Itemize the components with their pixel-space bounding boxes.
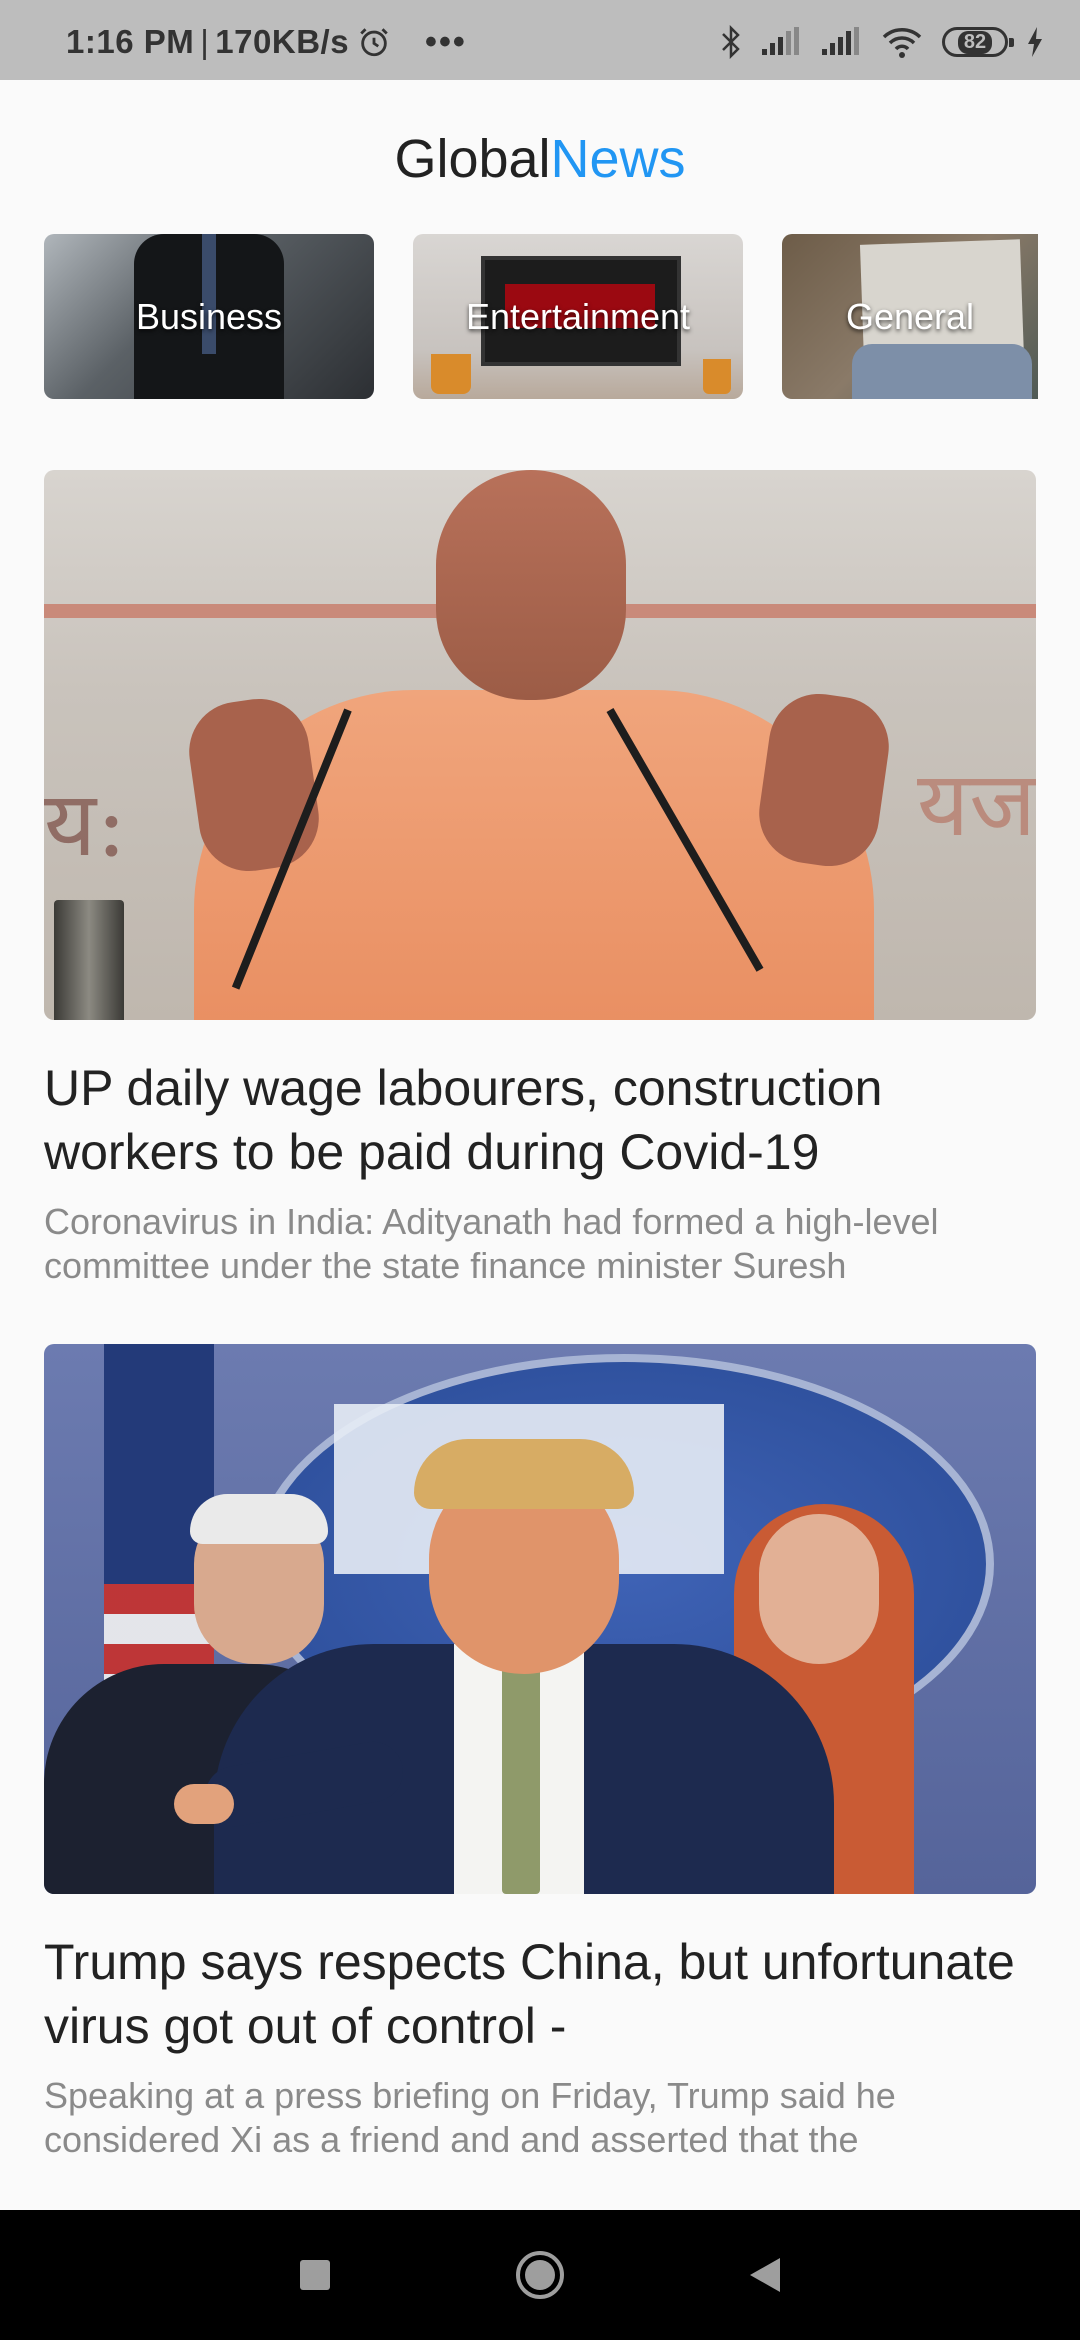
category-card-business[interactable]: Business [44,234,374,399]
more-notifications-icon: ••• [425,22,467,61]
status-left: 1:16 PM | 170KB/s ••• [66,22,467,62]
charging-icon [1028,27,1042,57]
home-icon [516,2251,564,2299]
home-button[interactable] [505,2210,575,2340]
image-detail [436,470,626,700]
category-image-detail [703,359,731,394]
article-title[interactable]: UP daily wage labourers, construction wo… [44,1056,1036,1184]
signal-icon-2 [822,27,859,55]
image-detail: य: [44,772,127,877]
status-separator: | [200,23,210,60]
status-time: 1:16 PM [66,23,195,60]
category-label: General [845,295,975,337]
image-detail [752,687,896,873]
category-card-entertainment[interactable]: Entertainment [413,234,743,399]
status-bar: 1:16 PM | 170KB/s ••• 82 [0,0,1080,80]
image-detail: यज [917,752,1036,857]
navigation-bar [0,2210,1080,2340]
wifi-icon [882,28,922,58]
battery-icon: 82 [942,27,1014,57]
article-card[interactable]: Trump says respects China, but unfortuna… [44,1344,1036,2162]
signal-icon-1 [762,27,799,55]
category-image-detail [431,354,471,394]
image-detail [174,1784,234,1824]
recents-icon [300,2260,330,2290]
network-speed: 170KB/s [215,23,350,60]
article-image[interactable] [44,1344,1036,1894]
back-icon [750,2258,780,2292]
bluetooth-icon [722,25,740,59]
recents-button[interactable] [280,2210,350,2340]
app-title-global: Global [394,129,551,189]
image-detail [54,900,124,1020]
alarm-icon [360,28,388,57]
image-detail [502,1654,540,1894]
category-card-general[interactable]: General [782,234,1038,399]
article-title[interactable]: Trump says respects China, but unfortuna… [44,1930,1036,2058]
category-label: Business [135,295,283,337]
category-label: Entertainment [465,295,691,337]
article-description: Coronavirus in India: Adityanath had for… [44,1201,939,1286]
article-description: Speaking at a press briefing on Friday, … [44,2075,896,2160]
image-detail [759,1514,879,1664]
status-right: 82 [720,24,1044,60]
category-list: Business Entertainment General [44,234,1080,400]
article-image[interactable]: य: यज [44,470,1036,1020]
article-card[interactable]: य: यज UP daily wage labourers, construct… [44,470,1036,1288]
battery-level: 82 [957,30,993,54]
app-title-news: News [550,129,686,189]
category-image-detail [852,344,1032,399]
back-button[interactable] [730,2210,800,2340]
app-title: GlobalNews [0,124,1080,194]
image-detail [190,1494,328,1544]
image-detail [414,1439,634,1509]
